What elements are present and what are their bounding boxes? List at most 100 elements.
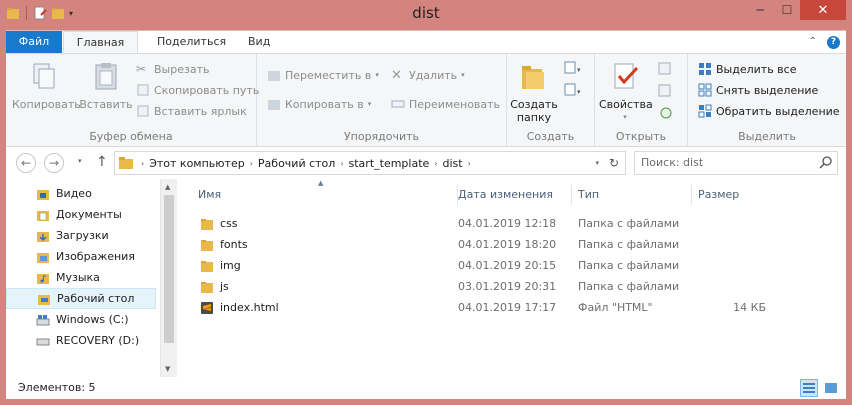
open-icon[interactable]: [657, 60, 673, 76]
select-none-icon: [698, 83, 712, 97]
table-row[interactable]: index.html 04.01.2019 17:17 Файл "HTML" …: [180, 297, 780, 318]
file-name-cell: fonts: [200, 238, 248, 252]
chevron-down-icon[interactable]: ▾: [595, 159, 599, 167]
new-folder-label-line2: папку: [516, 111, 552, 124]
nav-item-video[interactable]: Видео: [6, 183, 156, 204]
column-header-date[interactable]: Дата изменения: [452, 185, 572, 205]
chevron-right-icon[interactable]: ›: [250, 159, 253, 168]
chevron-right-icon[interactable]: ›: [434, 159, 437, 168]
title-bar: ▾ dist ─ ☐ ✕: [0, 0, 852, 30]
nav-item-label: Документы: [56, 208, 122, 221]
nav-item-drive-d[interactable]: RECOVERY (D:): [6, 330, 156, 351]
nav-pane-scrollbar[interactable]: ▲ ▼: [160, 179, 177, 377]
refresh-icon[interactable]: ↻: [609, 156, 619, 170]
tab-share[interactable]: Поделиться: [145, 31, 238, 54]
copy-to-button[interactable]: Копировать в ▾: [267, 97, 371, 111]
column-header-name[interactable]: Имя: [192, 185, 458, 205]
select-all-button[interactable]: Выделить все: [698, 62, 796, 76]
breadcrumb-desktop[interactable]: Рабочий стол: [258, 157, 335, 170]
copy-label: Копировать: [12, 98, 81, 111]
scroll-up-icon[interactable]: ▲: [165, 183, 170, 191]
delete-button[interactable]: ✕ Удалить ▾: [391, 68, 465, 83]
video-folder-icon: [37, 189, 49, 200]
group-open: Свойства ▾ Открыть: [595, 54, 688, 147]
invert-selection-button[interactable]: Обратить выделение: [698, 104, 840, 118]
column-header-type[interactable]: Тип: [572, 185, 692, 205]
properties-button[interactable]: Свойства ▾: [599, 60, 653, 124]
breadcrumb-start-template[interactable]: start_template: [349, 157, 430, 170]
search-input[interactable]: Поиск: dist: [634, 151, 838, 175]
chevron-right-icon[interactable]: ›: [468, 159, 471, 168]
recent-locations-icon[interactable]: ▾: [78, 157, 82, 165]
copy-path-button[interactable]: Скопировать путь: [136, 83, 259, 97]
move-to-label: Переместить в: [285, 68, 372, 82]
main-content: Видео Документы Загрузки Изображения Муз…: [6, 179, 846, 377]
paste-button[interactable]: Вставить: [78, 60, 134, 111]
edit-icon[interactable]: [657, 82, 673, 98]
nav-item-music[interactable]: Музыка: [6, 267, 156, 288]
nav-item-pictures[interactable]: Изображения: [6, 246, 156, 267]
cut-button[interactable]: ✂ Вырезать: [136, 62, 209, 76]
minimize-button[interactable]: ─: [746, 0, 774, 20]
column-header-size[interactable]: Размер: [692, 185, 772, 205]
history-icon[interactable]: [657, 104, 673, 120]
chevron-down-icon[interactable]: ⌃: [809, 36, 817, 49]
table-row[interactable]: css 04.01.2019 12:18 Папка с файлами: [180, 213, 780, 234]
file-name-cell: js: [200, 280, 229, 294]
scroll-down-icon[interactable]: ▼: [165, 365, 170, 373]
select-none-button[interactable]: Снять выделение: [698, 83, 818, 97]
file-date: 04.01.2019 17:17: [458, 301, 557, 314]
file-name: js: [220, 280, 229, 293]
paste-shortcut-button[interactable]: Вставить ярлык: [136, 104, 247, 118]
paste-shortcut-label: Вставить ярлык: [154, 104, 247, 118]
help-icon[interactable]: ?: [827, 36, 840, 49]
back-button[interactable]: ←: [16, 153, 36, 173]
tab-home[interactable]: Главная: [63, 31, 138, 54]
details-view-button[interactable]: [800, 379, 818, 397]
up-arrow-icon[interactable]: ↑: [96, 154, 108, 170]
chevron-right-icon[interactable]: ›: [141, 159, 144, 168]
tab-file[interactable]: Файл: [6, 31, 62, 54]
table-row[interactable]: img 04.01.2019 20:15 Папка с файлами: [180, 255, 780, 276]
select-all-icon: [699, 63, 711, 75]
large-icons-view-button[interactable]: [822, 379, 840, 397]
nav-item-documents[interactable]: Документы: [6, 204, 156, 225]
nav-item-downloads[interactable]: Загрузки: [6, 225, 156, 246]
address-bar[interactable]: › Этот компьютер › Рабочий стол › start_…: [114, 151, 626, 175]
breadcrumb-dist[interactable]: dist: [443, 157, 463, 170]
new-item-icon[interactable]: ▾: [563, 60, 583, 76]
scrollbar-thumb[interactable]: [164, 195, 174, 343]
forward-button[interactable]: →: [44, 153, 64, 173]
folder-icon: [201, 281, 213, 293]
easy-access-icon[interactable]: ▾: [563, 82, 583, 98]
delete-label: Удалить: [409, 68, 458, 82]
nav-item-label: RECOVERY (D:): [56, 334, 140, 347]
invert-selection-icon: [698, 104, 712, 118]
table-row[interactable]: fonts 04.01.2019 18:20 Папка с файлами: [180, 234, 780, 255]
ribbon-tabs: Файл Главная Поделиться Вид ⌃ ?: [6, 30, 846, 54]
nav-item-desktop[interactable]: Рабочий стол: [6, 288, 156, 309]
file-list: ▲ Имя Дата изменения Тип Размер css 04.0…: [180, 179, 846, 377]
chevron-down-icon: ▾: [623, 113, 627, 121]
maximize-button[interactable]: ☐: [774, 0, 800, 20]
group-new: Создать папку ▾ ▾ Создать: [507, 54, 595, 147]
svg-text:▾: ▾: [577, 66, 581, 74]
new-folder-button[interactable]: Создать папку: [509, 60, 559, 124]
delete-icon: ✕: [391, 68, 402, 83]
search-icon[interactable]: [819, 155, 833, 169]
close-button[interactable]: ✕: [800, 0, 846, 20]
group-label: Упорядочить: [343, 130, 420, 143]
breadcrumb-this-pc[interactable]: Этот компьютер: [149, 157, 245, 170]
select-none-label: Снять выделение: [716, 83, 819, 97]
copy-button[interactable]: Копировать: [12, 60, 81, 111]
table-row[interactable]: js 03.01.2019 20:31 Папка с файлами: [180, 276, 780, 297]
chevron-right-icon[interactable]: ›: [340, 159, 343, 168]
rename-button[interactable]: Переименовать: [391, 97, 500, 111]
nav-item-drive-c[interactable]: Windows (C:): [6, 309, 156, 330]
tab-view[interactable]: Вид: [236, 31, 282, 54]
sublime-file-icon: [201, 301, 213, 314]
move-to-button[interactable]: Переместить в ▾: [267, 68, 379, 82]
group-label: Буфер обмена: [89, 130, 173, 143]
file-type: Папка с файлами: [578, 259, 680, 272]
navigation-pane: Видео Документы Загрузки Изображения Муз…: [6, 179, 156, 377]
